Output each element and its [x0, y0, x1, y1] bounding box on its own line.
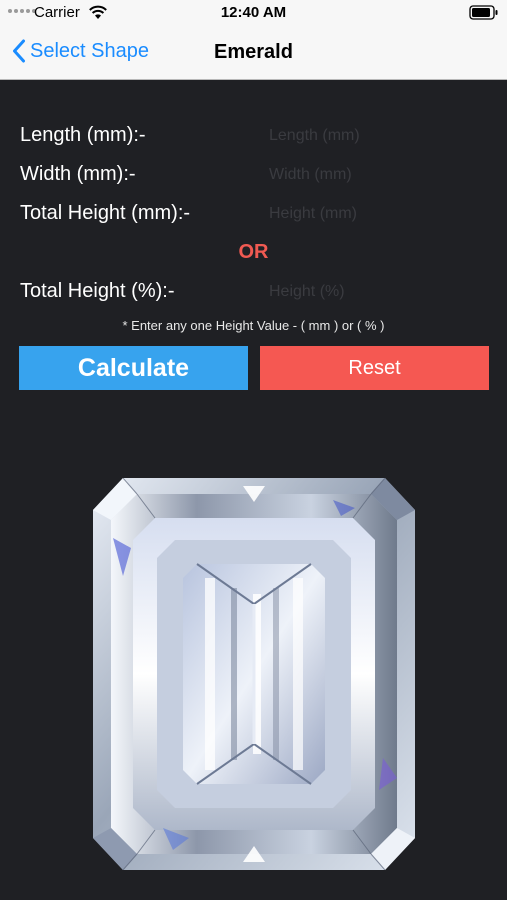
page-title: Emerald	[214, 41, 293, 63]
height-percent-label: Total Height (%):-	[20, 280, 175, 302]
length-input[interactable]	[269, 122, 479, 150]
status-bar: Carrier 12:40 AM	[0, 0, 507, 27]
width-row: Width (mm):-	[20, 161, 487, 191]
navigation-bar: Select Shape Emerald	[0, 27, 507, 80]
calculate-button[interactable]: Calculate	[19, 346, 248, 390]
length-label: Length (mm):-	[20, 124, 146, 146]
or-separator: OR	[238, 241, 269, 263]
height-percent-row: Total Height (%):-	[20, 278, 487, 308]
height-mm-label: Total Height (mm):-	[20, 202, 191, 224]
height-note: * Enter any one Height Value - ( mm ) or…	[122, 318, 385, 333]
height-percent-input[interactable]	[269, 278, 479, 306]
clock: 12:40 AM	[220, 4, 287, 21]
height-mm-input[interactable]	[269, 200, 479, 228]
width-label: Width (mm):-	[20, 163, 136, 185]
reset-button[interactable]: Reset	[260, 346, 489, 390]
width-input[interactable]	[269, 161, 479, 189]
height-mm-row: Total Height (mm):-	[20, 200, 487, 230]
emerald-diamond-image	[93, 478, 415, 870]
length-row: Length (mm):-	[20, 122, 487, 152]
battery-icon	[469, 5, 498, 20]
